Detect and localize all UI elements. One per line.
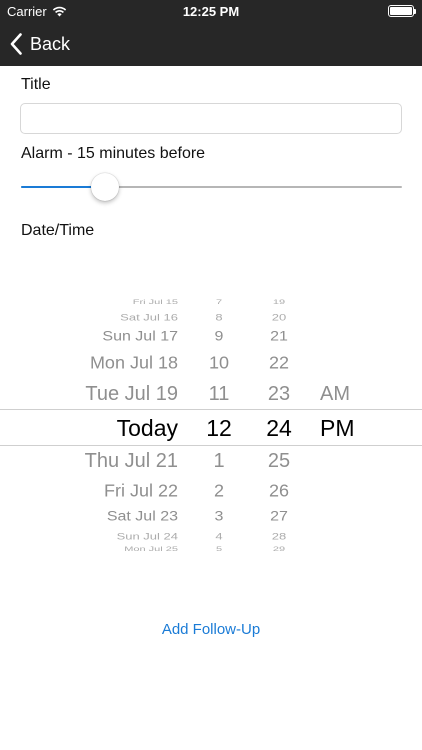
picker-minute-option[interactable]: 25 bbox=[256, 451, 302, 471]
picker-period-selected[interactable]: PM bbox=[320, 416, 380, 440]
picker-hour-selected[interactable]: 12 bbox=[196, 416, 242, 440]
picker-minute-option[interactable]: 27 bbox=[256, 510, 302, 524]
picker-hour-column[interactable]: 7 8 9 10 11 12 1 2 3 4 5 bbox=[196, 290, 242, 560]
title-label: Title bbox=[21, 76, 51, 93]
picker-minute-option[interactable]: 21 bbox=[256, 330, 302, 344]
chevron-left-icon bbox=[10, 33, 22, 55]
add-follow-up-button[interactable]: Add Follow-Up bbox=[0, 621, 422, 638]
slider-thumb[interactable] bbox=[90, 173, 119, 201]
datetime-picker[interactable]: Fri Jul 15 Sat Jul 16 Sun Jul 17 Mon Jul 18… bbox=[0, 290, 422, 560]
picker-minute-column[interactable]: 19 20 21 22 23 24 25 26 27 28 29 bbox=[256, 290, 302, 560]
picker-hour-option[interactable]: 2 bbox=[196, 482, 242, 499]
picker-hour-option[interactable]: 8 bbox=[196, 312, 242, 321]
picker-hour-option[interactable]: 4 bbox=[196, 531, 242, 540]
picker-period-column[interactable]: AM PM bbox=[320, 290, 380, 560]
datetime-label: Date/Time bbox=[21, 222, 95, 239]
picker-minute-option[interactable]: 29 bbox=[256, 546, 302, 552]
picker-date-column[interactable]: Fri Jul 15 Sat Jul 16 Sun Jul 17 Mon Jul 18… bbox=[40, 290, 178, 560]
status-bar: Carrier 12:25 PM bbox=[0, 0, 422, 22]
picker-date-option[interactable]: Thu Jul 21 bbox=[40, 451, 178, 471]
picker-hour-option[interactable]: 10 bbox=[196, 354, 242, 371]
picker-minute-option[interactable]: 20 bbox=[256, 312, 302, 321]
picker-hour-option[interactable]: 1 bbox=[196, 451, 242, 471]
picker-date-option[interactable]: Sun Jul 24 bbox=[40, 531, 178, 540]
picker-hour-option[interactable]: 5 bbox=[196, 546, 242, 552]
picker-minute-selected[interactable]: 24 bbox=[256, 416, 302, 440]
picker-date-option[interactable]: Fri Jul 15 bbox=[40, 299, 178, 305]
picker-date-option[interactable]: Sat Jul 23 bbox=[40, 510, 178, 524]
alarm-label: Alarm - 15 minutes before bbox=[21, 145, 206, 162]
back-button[interactable]: Back bbox=[10, 30, 70, 58]
picker-date-option[interactable]: Fri Jul 22 bbox=[40, 482, 178, 499]
status-time: 12:25 PM bbox=[182, 4, 240, 19]
navigation-bar: Carrier 12:25 PM Back bbox=[0, 0, 422, 66]
picker-hour-option[interactable]: 7 bbox=[196, 299, 242, 305]
picker-date-option[interactable]: Tue Jul 19 bbox=[40, 384, 178, 404]
picker-hour-option[interactable]: 11 bbox=[196, 384, 242, 404]
picker-hour-option[interactable]: 3 bbox=[196, 510, 242, 524]
picker-date-option[interactable]: Mon Jul 18 bbox=[40, 354, 178, 371]
picker-date-option[interactable]: Sun Jul 17 bbox=[40, 330, 178, 344]
picker-period-option[interactable]: AM bbox=[320, 384, 380, 404]
back-label: Back bbox=[30, 33, 71, 54]
picker-minute-option[interactable]: 19 bbox=[256, 299, 302, 305]
title-input[interactable] bbox=[20, 103, 402, 134]
picker-date-option[interactable]: Mon Jul 25 bbox=[40, 546, 178, 552]
picker-minute-option[interactable]: 26 bbox=[256, 482, 302, 499]
picker-minute-option[interactable]: 23 bbox=[256, 384, 302, 404]
picker-date-selected[interactable]: Today bbox=[40, 416, 178, 440]
alarm-slider[interactable] bbox=[21, 172, 402, 202]
picker-minute-option[interactable]: 22 bbox=[256, 354, 302, 371]
picker-minute-option[interactable]: 28 bbox=[256, 531, 302, 540]
picker-date-option[interactable]: Sat Jul 16 bbox=[40, 312, 178, 321]
picker-hour-option[interactable]: 9 bbox=[196, 330, 242, 344]
battery-icon bbox=[388, 5, 416, 17]
